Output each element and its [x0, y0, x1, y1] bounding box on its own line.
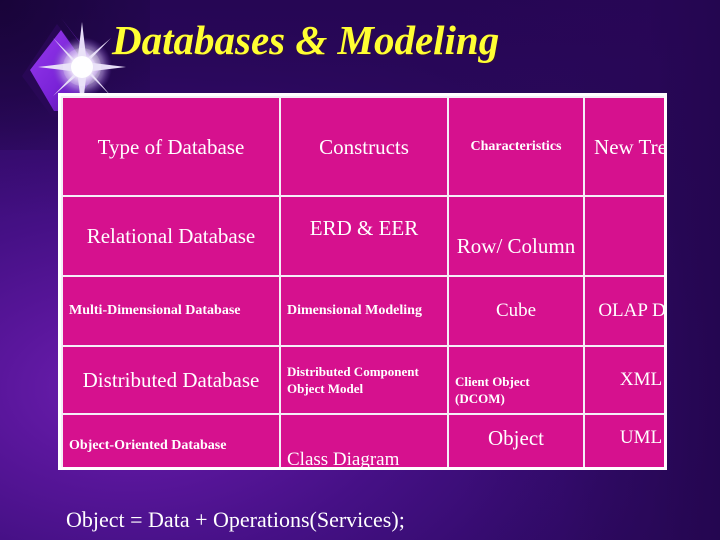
row-label-type: Object-Oriented Database: [69, 438, 227, 453]
row-label-constructs: ERD & EER: [309, 216, 419, 240]
database-comparison-table: Type of Database Constructs Characterist…: [58, 93, 667, 470]
cell-characteristics-relational: Row/ Column: [447, 195, 585, 277]
cell-characteristics-multidimensional: Cube: [447, 275, 585, 347]
cell-characteristics-distributed: Client Object (DCOM): [447, 345, 585, 415]
cell-type-relational: Relational Database: [61, 195, 281, 277]
row-label-type: Distributed Database: [82, 368, 260, 392]
row-label-characteristics: Row/ Column: [456, 234, 576, 258]
row-label-new-trend: OLAP DW: [598, 300, 666, 321]
cell-constructs-object-oriented: Class Diagram: [279, 413, 449, 470]
cell-new-trend-distributed: XML: [583, 345, 664, 415]
header-cell-new-trend: New Trend: [583, 96, 667, 197]
header-label-type-of-database: Type of Database: [97, 134, 245, 159]
cell-type-distributed: Distributed Database: [61, 345, 281, 415]
footer-note-line-1: Object = Data + Operations(Services);: [66, 507, 405, 532]
row-label-new-trend: UML: [619, 427, 663, 448]
table-row: Relational Database ERD & EER Row/ Colum…: [61, 195, 664, 277]
page-title: Databases & Modeling: [112, 17, 500, 63]
cell-type-multidimensional: Multi-Dimensional Database: [61, 275, 281, 347]
table-row: Distributed Database Distributed Compone…: [61, 345, 664, 415]
header-label-constructs: Constructs: [319, 134, 409, 159]
cell-new-trend-relational: [583, 195, 664, 277]
row-label-type: Relational Database: [86, 224, 256, 248]
cell-constructs-multidimensional: Dimensional Modeling: [279, 275, 449, 347]
cell-constructs-distributed: Distributed Component Object Model: [279, 345, 449, 415]
slide-canvas: Databases & Modeling Type of Database Co…: [0, 0, 720, 540]
row-label-type: Multi-Dimensional Database: [69, 303, 241, 318]
header-cell-characteristics: Characteristics: [447, 96, 585, 197]
row-label-characteristics: Object: [488, 426, 544, 450]
cell-constructs-relational: ERD & EER: [279, 195, 449, 277]
table-row: Object-Oriented Database Class Diagram O…: [61, 413, 664, 470]
row-label-characteristics: Client Object (DCOM): [455, 374, 530, 406]
header-label-new-trend: New Trend: [594, 134, 667, 159]
row-label-constructs: Dimensional Modeling: [287, 303, 422, 318]
cell-type-object-oriented: Object-Oriented Database: [61, 413, 281, 467]
row-label-constructs: Class Diagram: [287, 449, 400, 470]
cell-characteristics-object-oriented: Object: [447, 413, 585, 467]
table-row: Multi-Dimensional Database Dimensional M…: [61, 275, 666, 347]
footer-note: Object = Data + Operations(Services); En…: [66, 476, 405, 540]
table-header-row: Type of Database Constructs Characterist…: [61, 96, 667, 197]
cell-new-trend-object-oriented: UML: [583, 413, 664, 467]
row-label-characteristics: Cube: [495, 300, 537, 321]
cell-new-trend-multidimensional: OLAP DW: [583, 275, 666, 347]
row-label-new-trend: XML: [619, 369, 663, 390]
header-cell-constructs: Constructs: [279, 96, 449, 197]
header-cell-type-of-database: Type of Database: [61, 96, 281, 197]
header-label-characteristics: Characteristics: [470, 138, 562, 154]
row-label-constructs: Distributed Component Object Model: [287, 364, 419, 396]
